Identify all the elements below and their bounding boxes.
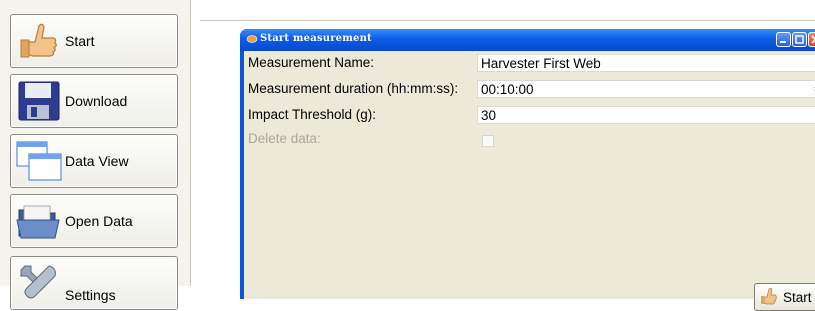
impact-threshold-field[interactable]: 30 [477,106,815,124]
minimize-icon [780,41,786,43]
measurement-name-field[interactable]: Harvester First Web [477,54,815,72]
tools-icon [20,265,56,299]
windows-icon [16,141,62,181]
measurement-duration-label: Measurement duration (hh:mm:ss): [248,81,459,96]
panel-divider [200,20,815,21]
sidebar-item-label: Start [65,33,95,49]
thumbs-up-icon [20,23,57,58]
sidebar-item-label: Download [65,93,128,109]
minimize-button[interactable] [776,32,791,47]
open-folder-icon [16,205,60,239]
measurement-duration-value: 00:10:00 [481,82,534,97]
measurement-duration-field[interactable]: 00:10:00 [477,80,815,98]
sidebar-item-label: Open Data [65,213,133,229]
impact-threshold-label: Impact Threshold (g): [248,107,377,122]
maximize-icon [795,35,804,44]
sidebar-item-label: Settings [65,287,116,303]
start-measurement-dialog: Start measurement Measurement Name: Harv… [240,29,815,311]
floppy-disk-icon [18,81,60,121]
dialog-title: Start measurement [260,33,372,44]
delete-data-label: Delete data: [248,131,321,146]
start-button-label: Start [783,290,812,305]
app-icon [246,35,258,43]
sidebar-item-label: Data View [65,153,129,169]
maximize-button[interactable] [792,32,807,47]
sidebar-item-download[interactable]: Download [10,74,178,128]
measurement-name-label: Measurement Name: [248,55,375,70]
dialog-title-bar[interactable]: Start measurement [240,29,815,51]
start-button[interactable]: Start [754,283,815,311]
close-icon [811,35,815,44]
sidebar-item-start[interactable]: Start [10,14,178,68]
sidebar-item-data-view[interactable]: Data View [10,134,178,188]
delete-data-checkbox[interactable] [482,135,494,147]
sidebar-item-settings[interactable]: Settings [10,256,178,310]
sidebar-item-open-data[interactable]: Open Data [10,194,178,248]
dialog-body: Measurement Name: Harvester First Web Me… [244,51,815,311]
close-button[interactable] [808,32,815,47]
sidebar: Start Download Data View Open Data Setti… [0,0,190,310]
thumbs-up-icon [761,287,777,305]
